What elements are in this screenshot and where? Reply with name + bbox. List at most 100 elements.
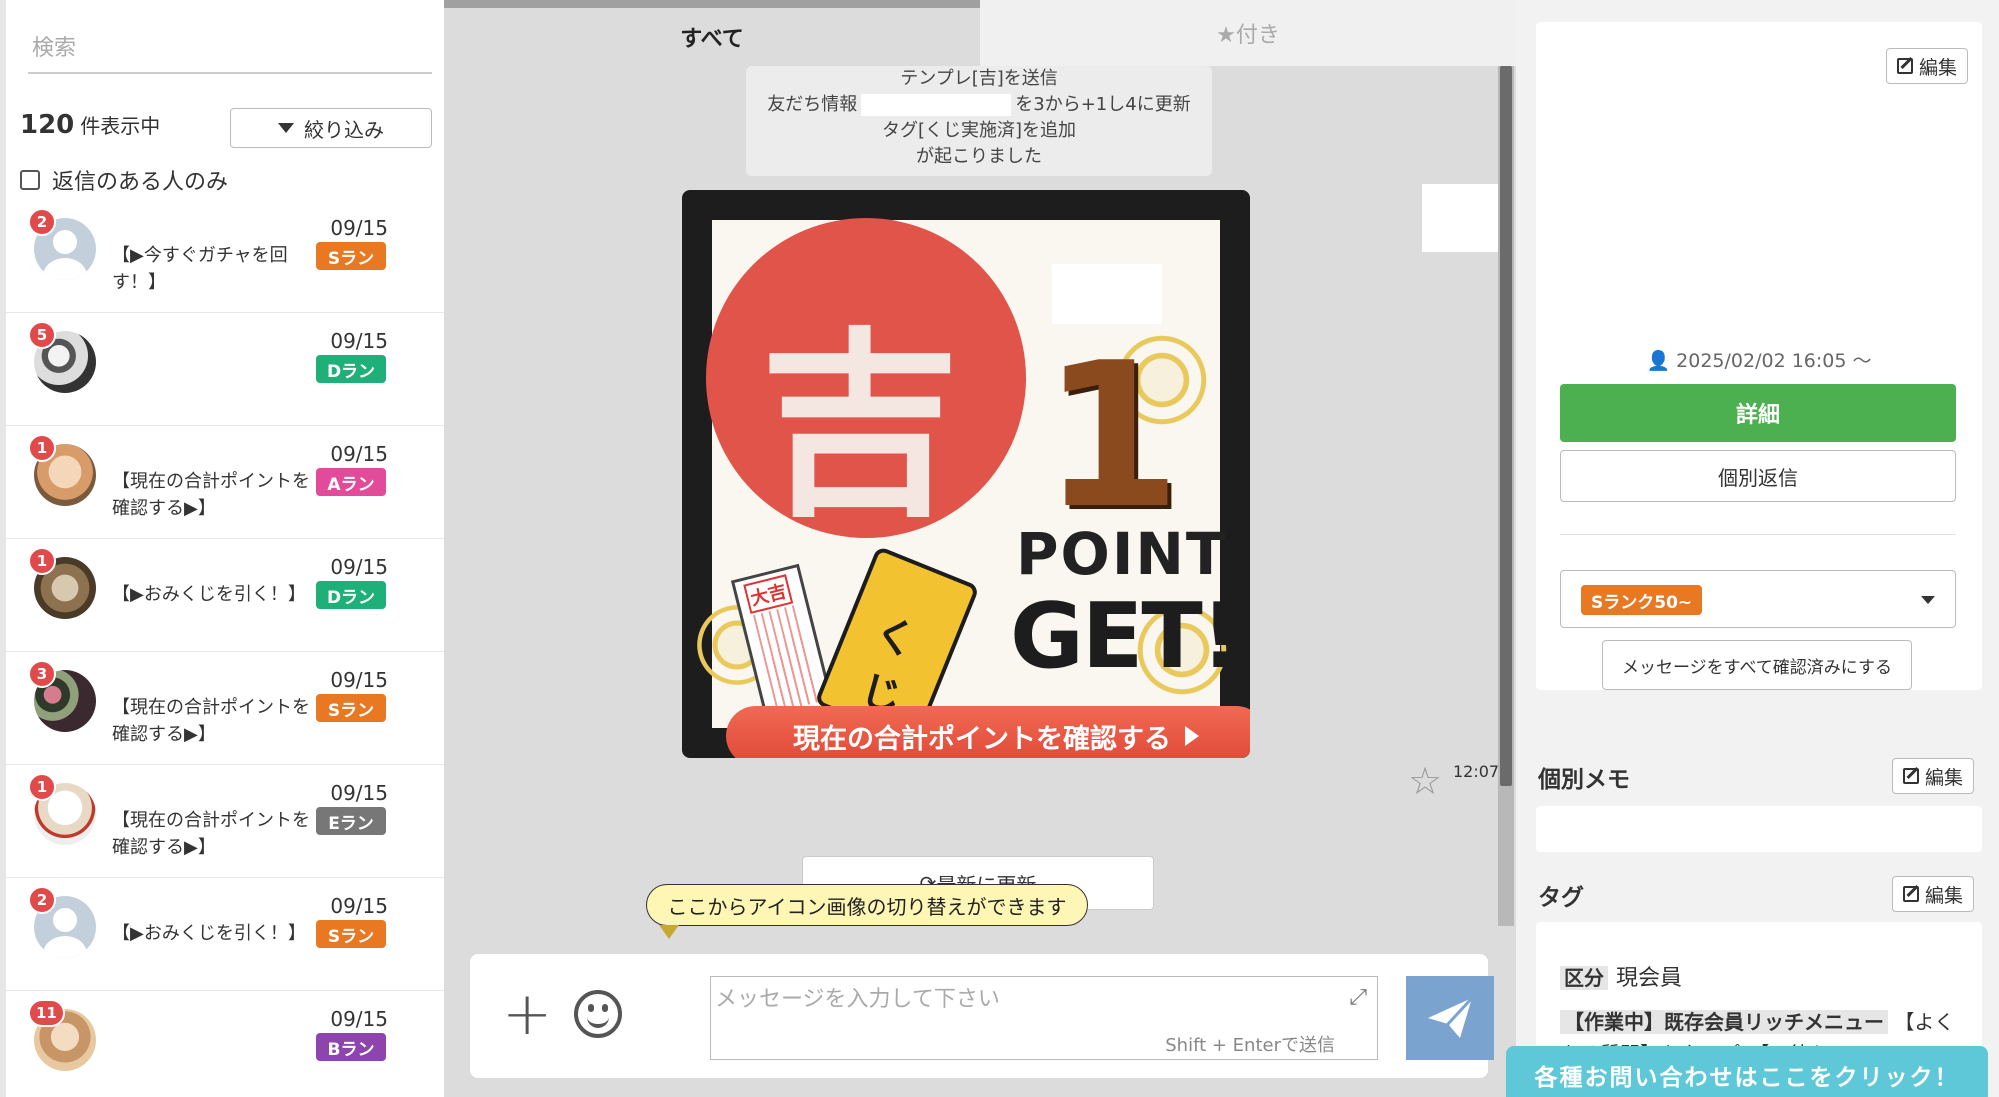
- edit-tag-button[interactable]: 編集: [1892, 876, 1975, 912]
- filter-icon: [278, 123, 294, 133]
- send-button[interactable]: [1406, 976, 1494, 1060]
- message-input[interactable]: メッセージを入力して下さい ⤢ Shift + Enterで送信: [710, 976, 1378, 1060]
- stamp-frame: 吉 1 POINT GET! 大吉 くじ 現在の合計ポイントを確認する: [692, 216, 1250, 758]
- friend-row[interactable]: 11 09/15 Bラン: [6, 991, 444, 1097]
- redacted-box: [1422, 184, 1502, 252]
- unread-badge: 1: [28, 773, 56, 801]
- last-message: 【現在の合計ポイントを確認する▶】: [112, 697, 310, 745]
- point-number: 1: [1042, 320, 1182, 553]
- point-text: POINT: [1016, 520, 1228, 588]
- plus-icon[interactable]: +: [502, 984, 552, 1044]
- friend-row[interactable]: 1 09/15 Eラン 【現在の合計ポイントを確認する▶】: [6, 765, 444, 878]
- rank-badge: Dラン: [316, 355, 386, 383]
- system-line-4: が起こりました: [916, 146, 1042, 167]
- rank-tag: Sランク50~: [1581, 585, 1703, 615]
- star-icon[interactable]: ☆: [1408, 762, 1442, 800]
- expand-icon[interactable]: ⤢: [1349, 985, 1367, 1010]
- friend-row[interactable]: 1 09/15 Dラン 【▶おみくじを引く！】: [6, 539, 444, 652]
- scrollbar-thumb[interactable]: [1500, 66, 1512, 786]
- edit-icon: [1903, 768, 1919, 784]
- rank-badge: Aラン: [316, 468, 386, 496]
- message-composer: + メッセージを入力して下さい ⤢ Shift + Enterで送信: [470, 954, 1494, 1078]
- friend-row[interactable]: 2 09/15 Sラン 【▶今すぐガチャを回す！】: [6, 200, 444, 313]
- unread-badge: 11: [28, 999, 65, 1027]
- divider: [1560, 534, 1956, 535]
- profile-card: 編集 👤 2025/02/02 16:05 〜 詳細 個別返信 Sランク50~ …: [1536, 22, 1982, 690]
- rank-badge: Sラン: [316, 242, 386, 270]
- edit-icon: [1903, 886, 1919, 902]
- last-message: 【▶おみくじを引く！】: [112, 923, 306, 944]
- tag-category-value: 現会員: [1616, 966, 1683, 991]
- rank-badge: Sラン: [316, 694, 386, 722]
- last-message: 【▶今すぐガチャを回す！】: [112, 245, 288, 293]
- reply-only-checkbox[interactable]: 返信のある人のみ: [20, 164, 228, 196]
- individual-reply-button[interactable]: 個別返信: [1560, 450, 1956, 502]
- rank-badge: Sラン: [316, 920, 386, 948]
- detail-button[interactable]: 詳細: [1560, 384, 1956, 442]
- friend-date: 09/15: [330, 781, 388, 805]
- friend-date: 09/15: [330, 555, 388, 579]
- tag-category: 区分 現会員: [1560, 960, 1682, 992]
- friend-date: 09/15: [330, 329, 388, 353]
- edit-profile-button[interactable]: 編集: [1886, 48, 1969, 84]
- memo-field[interactable]: [1536, 806, 1982, 852]
- profile-panel: 編集 👤 2025/02/02 16:05 〜 詳細 個別返信 Sランク50~ …: [1516, 0, 1999, 1097]
- system-line-2: 友だち情報 を3から+1し4に更新: [746, 92, 1212, 118]
- unread-badge: 3: [28, 660, 56, 688]
- unread-badge: 1: [28, 547, 56, 575]
- friend-row[interactable]: 3 09/15 Sラン 【現在の合計ポイントを確認する▶】: [6, 652, 444, 765]
- friend-list: 2 09/15 Sラン 【▶今すぐガチャを回す！】 5 09/15 Dラン 1 …: [6, 200, 444, 1097]
- friend-since: 👤 2025/02/02 16:05 〜: [1536, 346, 1982, 373]
- tag-item-key: 【作業中】既存会員リッチメニュー: [1560, 1010, 1888, 1034]
- system-line-2-pre: 友だち情報: [767, 94, 858, 115]
- friend-date: 09/15: [330, 894, 388, 918]
- message-time: 12:07: [1453, 762, 1500, 781]
- paper-plane-icon: [1428, 996, 1474, 1038]
- contact-banner[interactable]: 各種お問い合わせはここをクリック！: [1506, 1046, 1988, 1097]
- send-hint: Shift + Enterで送信: [1165, 1035, 1335, 1056]
- edit-label: 編集: [1925, 766, 1964, 789]
- friend-row[interactable]: 2 09/15 Sラン 【▶おみくじを引く！】: [6, 878, 444, 991]
- friend-date: 09/15: [330, 442, 388, 466]
- filter-button[interactable]: 絞り込み: [230, 108, 432, 148]
- check-points-banner[interactable]: 現在の合計ポイントを確認する: [726, 706, 1250, 758]
- system-line-2-post: を3から+1し4に更新: [1015, 94, 1191, 115]
- fortune-paper-lines: [752, 603, 824, 713]
- friend-list-panel: 検索 120 件表示中 絞り込み 返信のある人のみ 2 09/15 Sラン 【▶今…: [0, 0, 444, 1097]
- memo-title: 個別メモ: [1538, 767, 1630, 793]
- user-icon: 👤: [1646, 350, 1671, 372]
- edit-memo-button[interactable]: 編集: [1892, 758, 1975, 794]
- filter-label: 絞り込み: [304, 117, 384, 142]
- icon-switch-tooltip: ここからアイコン画像の切り替えができます: [646, 884, 1088, 939]
- rank-badge: Dラン: [316, 581, 386, 609]
- search-input[interactable]: 検索: [28, 20, 432, 74]
- edit-icon: [1897, 58, 1913, 74]
- chevron-down-icon: [1921, 596, 1935, 604]
- system-message: テンプレ[吉]を送信 友だち情報 を3から+1し4に更新 タグ[くじ実施済]を追加…: [746, 66, 1212, 176]
- chat-panel: すべて ★付き テンプレ[吉]を送信 友だち情報 を3から+1し4に更新 タグ[く…: [444, 0, 1516, 1097]
- rank-badge: Eラン: [316, 807, 386, 835]
- friend-row[interactable]: 5 09/15 Dラン: [6, 313, 444, 426]
- edit-label: 編集: [1919, 56, 1958, 79]
- unread-badge: 1: [28, 434, 56, 462]
- emoji-icon[interactable]: [574, 990, 622, 1038]
- mark-all-read-button[interactable]: メッセージをすべて確認済みにする: [1602, 640, 1912, 690]
- friend-date: 09/15: [330, 216, 388, 240]
- last-message: 【▶おみくじを引く！】: [112, 584, 306, 605]
- count-suffix: 件表示中: [80, 114, 161, 138]
- banner-label: 現在の合計ポイントを確認する: [793, 723, 1171, 755]
- rich-message-image[interactable]: 吉 1 POINT GET! 大吉 くじ 現在の合計ポイントを確認する: [682, 190, 1250, 758]
- tag-title: タグ: [1538, 885, 1584, 911]
- tab-starred[interactable]: ★付き: [980, 0, 1516, 66]
- unread-badge: 2: [28, 208, 56, 236]
- rank-select[interactable]: Sランク50~: [1560, 570, 1956, 628]
- message-placeholder: メッセージを入力して下さい: [715, 987, 1000, 1012]
- system-line-3: タグ[くじ実施済]を追加: [881, 120, 1077, 141]
- friend-row[interactable]: 1 09/15 Aラン 【現在の合計ポイントを確認する▶】: [6, 426, 444, 539]
- unread-badge: 2: [28, 886, 56, 914]
- checkbox-box[interactable]: [20, 170, 40, 190]
- redacted-box: [1052, 264, 1162, 324]
- redacted-field: [861, 94, 1012, 116]
- tab-all[interactable]: すべて: [444, 0, 980, 66]
- reply-only-label: 返信のある人のみ: [52, 170, 229, 195]
